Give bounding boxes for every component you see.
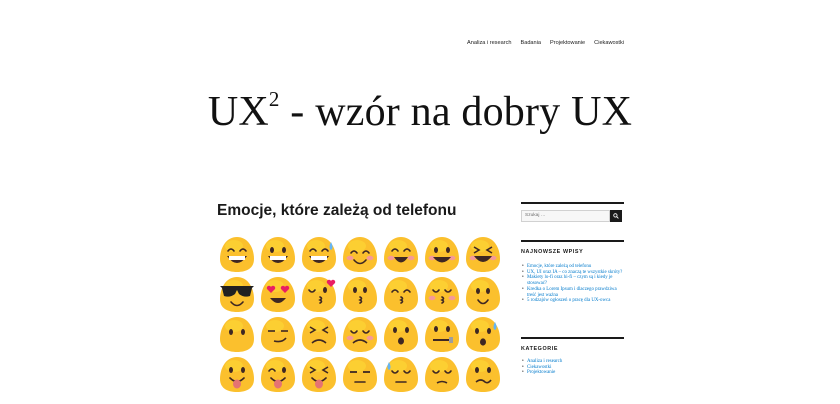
recent-post-link[interactable]: Kredka o Lorem Ipsum i dlaczego prawdziw…: [521, 287, 624, 298]
sidebar-divider: [521, 240, 624, 242]
nav-item-analiza[interactable]: Analiza i research: [467, 40, 511, 46]
top-navigation: Analiza i research Badania Projektowanie…: [467, 40, 624, 46]
emoji-kiss-blush: [425, 277, 459, 312]
emoji-sweat: [384, 357, 418, 392]
emoji-kiss-closed: [384, 277, 418, 312]
post-title[interactable]: Emocje, które zależą od telefonu: [217, 202, 456, 220]
emoji-grin-teeth: [261, 237, 295, 272]
emoji-kiss-heart: [302, 277, 336, 312]
recent-posts-title: NAJNOWSZE WPISY: [521, 249, 584, 255]
emoji-image: [220, 237, 500, 392]
site-title-main: UX: [207, 89, 269, 135]
emoji-wink-tongue: [261, 357, 295, 392]
recent-post-link[interactable]: 5 rodzajów ogłoszeń o pracę dla UX-owca: [521, 298, 624, 304]
emoji-smile-happy: [425, 237, 459, 272]
emoji-persevere: [302, 317, 336, 352]
nav-item-ciekawostki[interactable]: Ciekawostki: [594, 40, 624, 46]
categories-title: KATEGORIE: [521, 346, 559, 352]
sidebar-divider: [521, 337, 624, 339]
sidebar-divider: [521, 202, 624, 204]
nav-item-badania[interactable]: Badania: [520, 40, 541, 46]
emoji-neutral: [220, 317, 254, 352]
emoji-pensive: [425, 357, 459, 392]
search-icon: [613, 213, 619, 219]
site-title[interactable]: UX2 - wzór na dobry UX: [0, 87, 840, 136]
emoji-slight-smile: [466, 277, 500, 312]
emoji-smile-blush: [343, 237, 377, 272]
emoji-surprised-sweat: [466, 317, 500, 352]
category-link[interactable]: Projektowanie: [521, 370, 624, 376]
emoji-open-mouth: [384, 317, 418, 352]
emoji-laugh-squint: [466, 237, 500, 272]
search-form: Szukaj …: [521, 210, 622, 222]
emoji-confused: [466, 357, 500, 392]
site-title-superscript: 2: [268, 87, 280, 111]
emoji-laugh-sweat: [302, 237, 336, 272]
site-title-rest: - wzór na dobry UX: [279, 89, 633, 135]
recent-posts-list: Emocje, które zależą od telefonu UX, UI …: [521, 264, 624, 304]
emoji-kiss: [343, 277, 377, 312]
emoji-tired: [343, 317, 377, 352]
emoji-grin-blush: [384, 237, 418, 272]
emoji-squint-tongue: [302, 357, 336, 392]
emoji-zipper: [425, 317, 459, 352]
recent-post-link[interactable]: Makiety lo-fi oraz hi-fi – czym są i kie…: [521, 275, 624, 286]
emoji-heart-eyes: [261, 277, 295, 312]
search-input[interactable]: Szukaj …: [521, 210, 610, 222]
emoji-sunglasses: [220, 277, 254, 312]
categories-list: Analiza i research Ciekawostki Projektow…: [521, 359, 624, 376]
emoji-smirk: [261, 317, 295, 352]
emoji-grin-squint: [220, 237, 254, 272]
nav-item-projektowanie[interactable]: Projektowanie: [550, 40, 585, 46]
emoji-unamused: [343, 357, 377, 392]
emoji-tongue: [220, 357, 254, 392]
search-button[interactable]: [610, 210, 622, 222]
